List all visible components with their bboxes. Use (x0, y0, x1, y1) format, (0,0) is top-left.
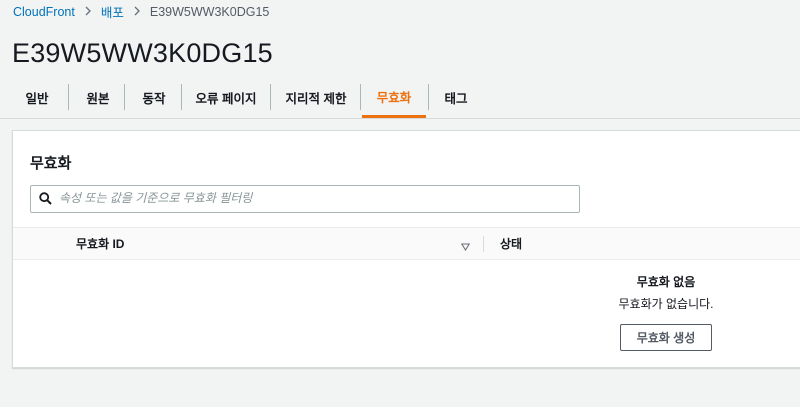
empty-state-description: 무효화가 없습니다. (618, 297, 714, 311)
tab-invalidations[interactable]: 무효화 (362, 78, 426, 118)
tab-behaviors[interactable]: 동작 (136, 78, 172, 116)
chevron-right-icon (132, 5, 142, 19)
panel-title: 무효화 (30, 155, 72, 172)
invalidations-panel: 무효화 무효화 ID 상태 무효화 없음 무효화가 없습니다. 무효화 생성 (12, 130, 800, 368)
create-invalidation-button[interactable]: 무효화 생성 (620, 324, 712, 351)
tab-divider (68, 84, 69, 110)
tab-geo-restriction[interactable]: 지리적 제한 (280, 78, 352, 116)
tab-divider (181, 84, 182, 110)
breadcrumb-distributions-link[interactable]: 배포 (101, 2, 124, 21)
tab-error-pages[interactable]: 오류 페이지 (190, 78, 262, 116)
tab-tags[interactable]: 태그 (438, 78, 474, 116)
chevron-right-icon (83, 5, 93, 19)
table-header: 무효화 ID 상태 (13, 227, 800, 260)
search-box (30, 185, 580, 213)
column-divider (483, 236, 484, 252)
tab-bar: 일반 원본 동작 오류 페이지 지리적 제한 무효화 태그 (0, 78, 800, 119)
breadcrumb-cloudfront-link[interactable]: CloudFront (13, 5, 75, 19)
page-title: E39W5WW3K0DG15 (12, 38, 273, 68)
breadcrumb: CloudFront 배포 E39W5WW3K0DG15 (13, 2, 269, 21)
search-icon (39, 192, 52, 205)
column-header-invalidation-id[interactable]: 무효화 ID (76, 228, 124, 259)
column-header-status[interactable]: 상태 (500, 228, 522, 259)
tab-general[interactable]: 일반 (19, 78, 55, 116)
search-input[interactable] (59, 186, 569, 210)
empty-state: 무효화 없음 무효화가 없습니다. 무효화 생성 (599, 275, 733, 351)
sort-caret-icon[interactable] (460, 238, 471, 256)
tab-divider (270, 84, 271, 110)
breadcrumb-current: E39W5WW3K0DG15 (149, 4, 270, 19)
tab-divider (360, 84, 361, 110)
empty-state-title: 무효화 없음 (636, 275, 696, 289)
tab-divider (428, 84, 429, 110)
tab-origins[interactable]: 원본 (80, 78, 116, 116)
tab-divider (124, 84, 125, 110)
